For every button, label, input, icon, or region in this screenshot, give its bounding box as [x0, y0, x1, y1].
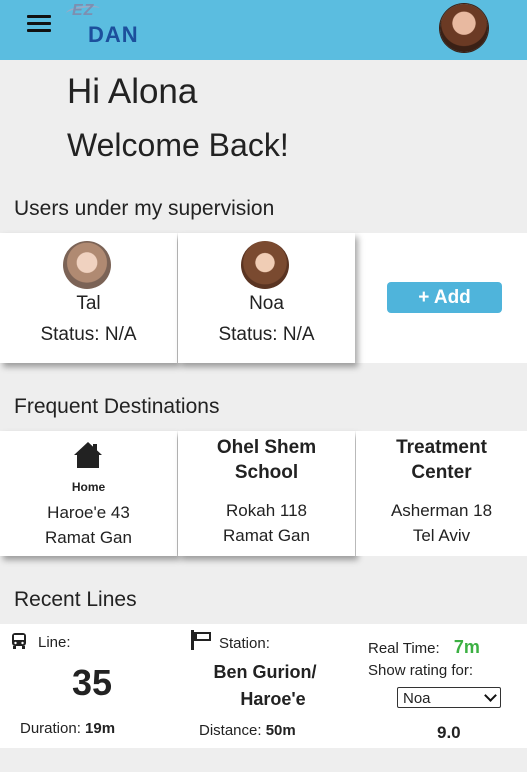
station-label: Station: [219, 635, 270, 652]
user-status: Status: N/A [40, 324, 137, 345]
destination-card-school[interactable]: Ohel Shem School Rokah 118 Ramat Gan [178, 431, 355, 556]
logo-ez: EZ [72, 2, 95, 19]
destination-city: Ramat Gan [45, 528, 132, 547]
user-name: Noa [249, 293, 284, 314]
rating-selected: Noa [403, 690, 431, 707]
duration-value: 19m [85, 720, 116, 737]
realtime: Real Time: 7m [368, 637, 480, 658]
distance-value: 50m [265, 722, 296, 739]
user-avatar [241, 241, 289, 289]
menu-icon[interactable] [27, 12, 51, 34]
home-icon [74, 442, 102, 468]
destination-title-b: Center [411, 462, 472, 483]
destination-title: Home [71, 480, 106, 494]
app-logo: EZ DAN [65, 0, 146, 50]
rating-value: 9.0 [437, 723, 461, 742]
destination-card-treatment[interactable]: Treatment Center Asherman 18 Tel Aviv [356, 431, 527, 556]
recent-line-card[interactable]: Line: 35 Duration: 19m Station: Ben Guri… [0, 624, 527, 748]
recent-title: Recent Lines [14, 588, 137, 611]
greeting-welcome: Welcome Back! [67, 127, 289, 163]
user-name: Tal [76, 293, 101, 314]
greeting-hi: Hi Alona [67, 72, 198, 111]
station-name-a: Ben Gurion/ [213, 662, 317, 682]
line-label: Line: [38, 634, 71, 651]
station-name-b: Haroe'e [240, 689, 306, 709]
bus-icon [12, 633, 26, 649]
destination-title-b: School [234, 462, 299, 483]
destination-city: Ramat Gan [223, 526, 310, 545]
destinations-strip: Home Haroe'e 43 Ramat Gan Ohel Shem Scho… [0, 431, 527, 556]
destination-address: Rokah 118 [226, 501, 307, 520]
user-card-tal[interactable]: Tal Status: N/A [0, 233, 177, 363]
duration-label: Duration: [20, 720, 81, 737]
destination-city: Tel Aviv [412, 526, 471, 545]
rating-user-select[interactable]: Noa [397, 687, 501, 708]
distance-label: Distance: [199, 722, 262, 739]
add-user-button[interactable]: + Add [387, 282, 502, 313]
supervision-strip: Tal Status: N/A Noa Status: N/A + Add [0, 233, 527, 363]
line-number: 35 [72, 662, 113, 703]
flag-icon [191, 630, 211, 650]
chevron-down-icon [484, 689, 497, 702]
destination-address: Asherman 18 [390, 501, 493, 520]
duration: Duration: 19m [20, 720, 115, 737]
destinations-title: Frequent Destinations [14, 395, 220, 418]
user-status: Status: N/A [218, 324, 315, 345]
top-bar: EZ DAN [0, 0, 527, 60]
destination-address: Haroe'e 43 [47, 503, 130, 522]
realtime-value: 7m [453, 637, 480, 657]
destination-title-a: Ohel Shem [216, 437, 317, 458]
destination-title-a: Treatment [396, 437, 487, 458]
user-avatar [63, 241, 111, 289]
destination-card-home[interactable]: Home Haroe'e 43 Ramat Gan [0, 431, 177, 556]
user-card-noa[interactable]: Noa Status: N/A [178, 233, 355, 363]
supervision-title: Users under my supervision [14, 197, 275, 220]
distance: Distance: 50m [199, 722, 296, 739]
logo-dan: DAN [88, 22, 139, 47]
rating-label: Show rating for: [368, 662, 474, 679]
profile-avatar[interactable] [440, 4, 488, 52]
realtime-label: Real Time: [368, 640, 440, 657]
